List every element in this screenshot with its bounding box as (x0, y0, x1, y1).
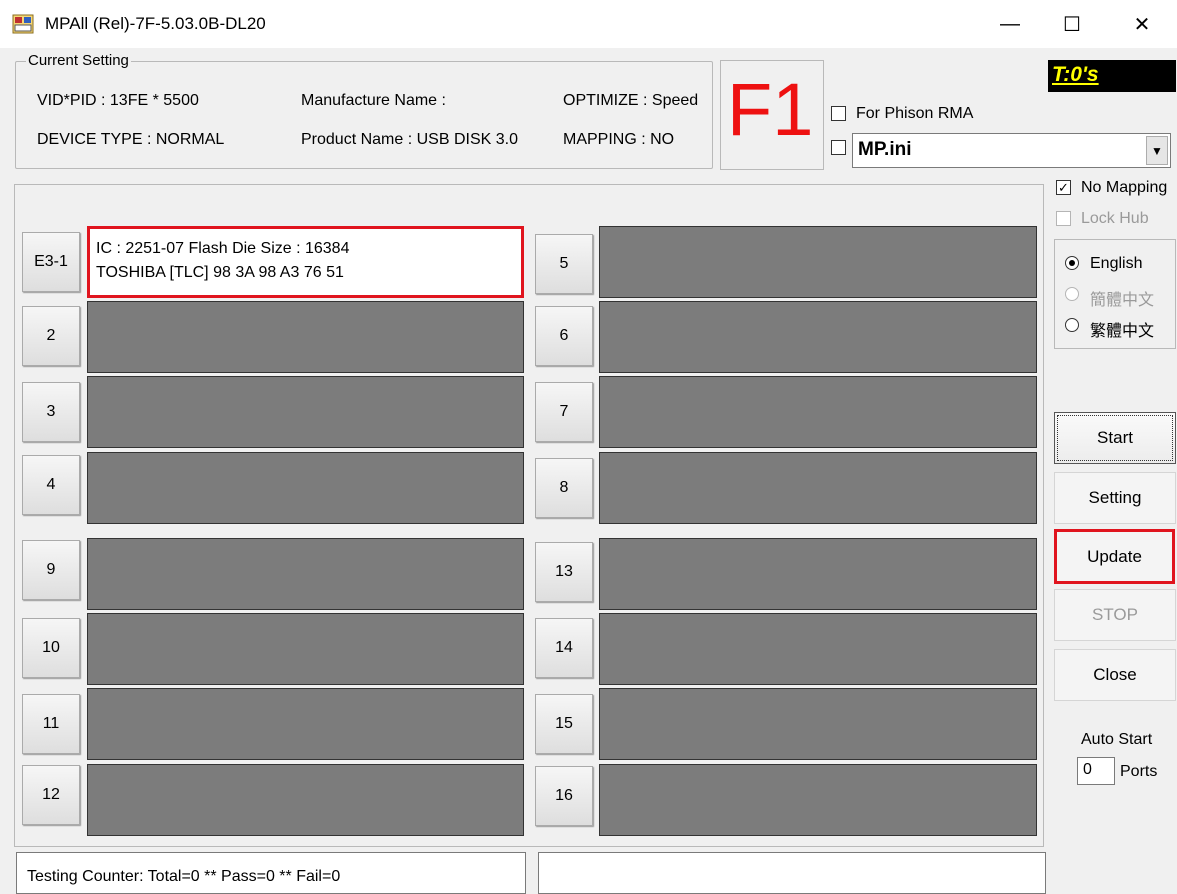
port-button-3[interactable]: 3 (22, 382, 80, 442)
manufacture-name-label: Manufacture Name : (301, 92, 446, 109)
optimize-label: OPTIMIZE : Speed (563, 92, 699, 109)
port-button-11[interactable]: 11 (22, 694, 80, 754)
title-bar: MPAll (Rel)-7F-5.03.0B-DL20 — ☐ ✕ (0, 0, 1177, 48)
port-slot-1-flash: TOSHIBA [TLC] 98 3A 98 A3 76 51 (96, 264, 344, 281)
f1-indicator: F1 (727, 68, 814, 151)
language-label-english: English (1090, 255, 1143, 272)
maximize-button[interactable]: ☐ (1042, 0, 1102, 48)
port-button-8[interactable]: 8 (535, 458, 593, 518)
port-slot-13 (599, 538, 1037, 610)
setting-button[interactable]: Setting (1054, 472, 1176, 524)
port-button-14[interactable]: 14 (535, 618, 593, 678)
port-slot-8 (599, 452, 1037, 524)
vid-pid-label: VID*PID : 13FE * 5500 (37, 92, 199, 109)
ini-file-checkbox[interactable] (831, 140, 846, 155)
auto-start-ports-label: Ports (1120, 763, 1158, 780)
for-phison-rma-label: For Phison RMA (856, 105, 974, 122)
lock-hub-checkbox[interactable] (1056, 211, 1071, 226)
port-slot-1: IC : 2251-07 Flash Die Size : 16384 TOSH… (87, 226, 524, 298)
status-message (538, 852, 1046, 894)
port-slot-6 (599, 301, 1037, 373)
no-mapping-label: No Mapping (1081, 179, 1168, 196)
port-slot-16 (599, 764, 1037, 836)
window-title: MPAll (Rel)-7F-5.03.0B-DL20 (45, 14, 266, 33)
no-mapping-checkbox[interactable]: ✓ (1056, 180, 1071, 195)
chevron-down-icon[interactable]: ▼ (1146, 136, 1168, 165)
port-button-2[interactable]: 2 (22, 306, 80, 366)
close-window-button[interactable]: ✕ (1112, 0, 1172, 48)
port-slot-11 (87, 688, 524, 760)
device-type-label: DEVICE TYPE : NORMAL (37, 131, 225, 148)
port-button-6[interactable]: 6 (535, 306, 593, 366)
language-radio-traditional-chinese[interactable] (1065, 318, 1079, 332)
port-button-15[interactable]: 15 (535, 694, 593, 754)
product-name-label: Product Name : USB DISK 3.0 (301, 131, 518, 148)
port-slot-4 (87, 452, 524, 524)
language-label-simplified-chinese: 簡體中文 (1090, 292, 1155, 309)
update-button[interactable]: Update (1054, 529, 1175, 584)
app-icon (12, 13, 34, 35)
close-button[interactable]: Close (1054, 649, 1176, 701)
ini-file-value: MP.ini (858, 139, 912, 160)
mapping-label: MAPPING : NO (563, 131, 675, 148)
port-slot-2 (87, 301, 524, 373)
checkmark-icon: ✓ (1058, 180, 1069, 195)
port-button-4[interactable]: 4 (22, 455, 80, 515)
port-button-9[interactable]: 9 (22, 540, 80, 600)
lock-hub-label: Lock Hub (1081, 210, 1149, 227)
language-radio-english[interactable] (1065, 256, 1079, 270)
timer-text: T:0's (1052, 63, 1099, 86)
port-slot-12 (87, 764, 524, 836)
timer-display: T:0's (1048, 60, 1176, 92)
port-slot-1-info: IC : 2251-07 Flash Die Size : 16384 (96, 240, 350, 257)
port-slot-10 (87, 613, 524, 685)
port-button-7[interactable]: 7 (535, 382, 593, 442)
current-setting-group (15, 61, 713, 169)
port-button-5[interactable]: 5 (535, 234, 593, 294)
port-button-12[interactable]: 12 (22, 765, 80, 825)
testing-counter-text: Testing Counter: Total=0 ** Pass=0 ** Fa… (27, 868, 341, 885)
port-slot-15 (599, 688, 1037, 760)
minimize-button[interactable]: — (980, 0, 1040, 48)
port-slot-9 (87, 538, 524, 610)
current-setting-legend: Current Setting (26, 52, 131, 69)
stop-button[interactable]: STOP (1054, 589, 1176, 641)
for-phison-rma-checkbox[interactable] (831, 106, 846, 121)
ini-file-select[interactable]: MP.ini ▼ (852, 133, 1171, 168)
language-label-traditional-chinese: 繁體中文 (1090, 323, 1155, 340)
port-button-13[interactable]: 13 (535, 542, 593, 602)
port-slot-5 (599, 226, 1037, 298)
port-button-1[interactable]: E3-1 (22, 232, 80, 292)
start-button[interactable]: Start (1054, 412, 1176, 464)
auto-start-label: Auto Start (1081, 731, 1153, 748)
port-slot-14 (599, 613, 1037, 685)
language-radio-simplified-chinese[interactable] (1065, 287, 1079, 301)
testing-counter-status: Testing Counter: Total=0 ** Pass=0 ** Fa… (16, 852, 526, 894)
port-slot-7 (599, 376, 1037, 448)
auto-start-ports-input[interactable]: 0 (1077, 757, 1115, 785)
port-slot-3 (87, 376, 524, 448)
port-button-10[interactable]: 10 (22, 618, 80, 678)
port-button-16[interactable]: 16 (535, 766, 593, 826)
